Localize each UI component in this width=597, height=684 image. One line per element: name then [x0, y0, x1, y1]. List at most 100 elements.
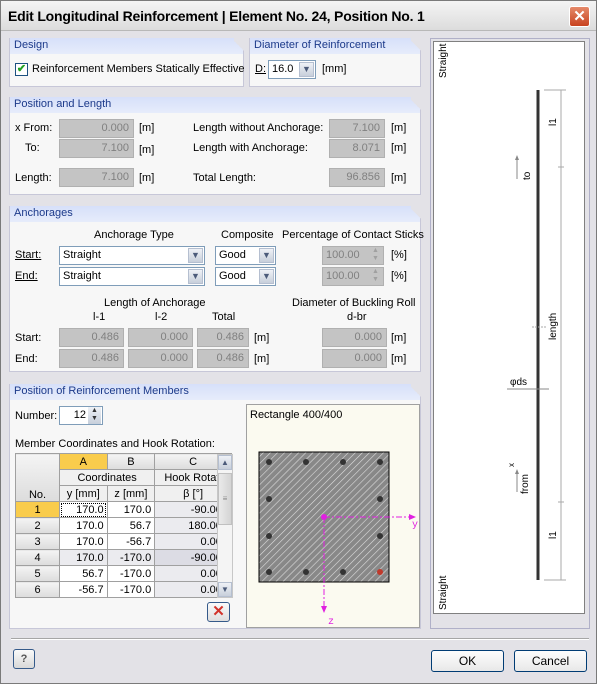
table-row[interactable]: 6 -56.7 -170.0 0.000: [15, 581, 232, 598]
start-dbr-field[interactable]: 0.000: [322, 328, 387, 347]
len-without-anchorage-field[interactable]: 7.100: [329, 119, 385, 138]
scroll-up-icon[interactable]: ▲: [218, 455, 232, 470]
spin-icon[interactable]: ▲ ▼: [369, 268, 382, 285]
help-button[interactable]: ?: [13, 649, 35, 669]
start-anchorage-type-select[interactable]: Straight ▼: [59, 246, 205, 265]
z-cell[interactable]: 56.7: [106, 517, 156, 534]
total-header: Total: [212, 311, 236, 323]
table-row[interactable]: 2 170.0 56.7 180.000: [15, 517, 232, 534]
z-cell[interactable]: -56.7: [106, 533, 156, 550]
spin-icon[interactable]: ▲ ▼: [88, 407, 101, 424]
len-with-anchorage-field[interactable]: 8.071: [329, 139, 385, 158]
cross-section-preview: Rectangle 400/400 y z: [246, 404, 420, 628]
title-bar: Edit Longitudinal Reinforcement | Elemen…: [1, 1, 596, 31]
table-scrollbar[interactable]: ▲ ≡ ▼: [217, 454, 233, 598]
chevron-down-icon[interactable]: ▼: [259, 248, 274, 263]
chevron-down-icon[interactable]: ▼: [188, 248, 203, 263]
y-cell[interactable]: -56.7: [59, 581, 108, 598]
ok-button[interactable]: OK: [431, 650, 504, 672]
statically-effective-label: Reinforcement Members Statically Effecti…: [32, 63, 245, 75]
table-row[interactable]: 5 56.7 -170.0 0.000: [15, 565, 232, 582]
end-total-unit: [m]: [254, 353, 270, 365]
coords-label: Member Coordinates and Hook Rotation:: [15, 438, 215, 450]
coordinates-header: Coordinates: [58, 469, 156, 486]
chevron-down-icon[interactable]: ▼: [188, 269, 203, 284]
end-total-field[interactable]: 0.486: [197, 349, 249, 368]
end-dbr-field[interactable]: 0.000: [322, 349, 387, 368]
close-button[interactable]: ✕: [569, 6, 590, 27]
end-label: End:: [15, 270, 38, 282]
len-with-anchorage-unit: [m]: [391, 142, 407, 154]
table-row[interactable]: 3 170.0 -56.7 0.000: [15, 533, 232, 550]
end-percentage-field[interactable]: 100.00 ▲ ▼: [322, 267, 384, 286]
z-cell[interactable]: -170.0: [106, 549, 156, 566]
row-number[interactable]: 4: [15, 549, 60, 566]
y-cell[interactable]: 56.7: [59, 565, 108, 582]
row-number[interactable]: 6: [15, 581, 60, 598]
end-l2-field[interactable]: 0.000: [128, 349, 193, 368]
end-composite-select[interactable]: Good ▼: [215, 267, 276, 286]
y-cell[interactable]: 170.0: [59, 533, 108, 550]
diameter-label: D:: [255, 63, 266, 75]
start-percentage-field[interactable]: 100.00 ▲ ▼: [322, 246, 384, 265]
x-from-field[interactable]: 0.000: [59, 119, 134, 138]
statically-effective-checkbox[interactable]: ✔: [15, 63, 28, 76]
to-arrow-icon: [515, 155, 519, 160]
spin-icon[interactable]: ▲ ▼: [369, 247, 382, 264]
anchor-start-label: Start:: [15, 332, 42, 344]
length-label: Length:: [15, 172, 52, 184]
rebar-point: [340, 459, 346, 465]
table-row[interactable]: 4 170.0 -170.0 -90.000: [15, 549, 232, 566]
start-l1-field[interactable]: 0.486: [59, 328, 124, 347]
anchor-end-label: End:: [15, 353, 38, 365]
delete-rows-button[interactable]: ✕: [207, 602, 230, 622]
total-length-field[interactable]: 96.856: [329, 168, 385, 187]
diameter-select[interactable]: 16.0 ▼: [268, 60, 316, 79]
chevron-down-icon[interactable]: ▼: [299, 62, 314, 77]
scroll-thumb[interactable]: ≡: [218, 473, 232, 525]
row-number[interactable]: 1: [15, 501, 60, 518]
buckling-roll-header: Diameter of Buckling Roll: [292, 297, 416, 309]
rebar-point: [340, 569, 346, 575]
rebar-point: [266, 533, 272, 539]
start-percentage-unit: [%]: [391, 249, 407, 261]
x-from-label: x From:: [15, 122, 53, 134]
percentage-header: Percentage of Contact Sticks: [282, 229, 424, 241]
end-dbr-unit: [m]: [391, 353, 407, 365]
anchorage-type-header: Anchorage Type: [94, 229, 174, 241]
length-field[interactable]: 7.100: [59, 168, 134, 187]
row-number[interactable]: 2: [15, 517, 60, 534]
end-anchorage-type-select[interactable]: Straight ▼: [59, 267, 205, 286]
start-composite-select[interactable]: Good ▼: [215, 246, 276, 265]
z-axis-label: z: [328, 617, 334, 628]
z-cell[interactable]: -170.0: [106, 581, 156, 598]
y-cell[interactable]: 170.0: [59, 517, 108, 534]
bar-diagram-canvas: Straight Straight l1 l1 length to from x: [433, 41, 585, 614]
table-row[interactable]: 1 170.0 170.0 -90.000: [15, 501, 232, 518]
bottom-anchorage-label: Straight: [438, 575, 449, 610]
rebar-point: [303, 459, 309, 465]
from-arrow-icon: [515, 469, 519, 474]
to-field[interactable]: 7.100: [59, 139, 134, 158]
chevron-down-icon[interactable]: ▼: [259, 269, 274, 284]
row-number[interactable]: 3: [15, 533, 60, 550]
y-cell[interactable]: 170.0: [59, 549, 108, 566]
row-number[interactable]: 5: [15, 565, 60, 582]
start-l2-field[interactable]: 0.000: [128, 328, 193, 347]
diameter-group: Diameter of Reinforcement D: 16.0 ▼ [mm]: [249, 38, 421, 87]
start-total-field[interactable]: 0.486: [197, 328, 249, 347]
dbr-header: d-br: [347, 311, 367, 323]
bar-diagram-panel: Straight Straight l1 l1 length to from x: [430, 38, 590, 629]
cancel-button[interactable]: Cancel: [514, 650, 587, 672]
scroll-down-icon[interactable]: ▼: [218, 582, 232, 597]
z-cell[interactable]: -170.0: [106, 565, 156, 582]
end-l1-field[interactable]: 0.486: [59, 349, 124, 368]
diameter-value: 16.0: [272, 63, 294, 75]
col-a-header[interactable]: A: [59, 453, 108, 470]
y-cell[interactable]: 170.0: [59, 501, 108, 518]
number-spinner[interactable]: 12 ▲ ▼: [59, 406, 103, 425]
anchorages-header: Anchorages: [10, 206, 421, 222]
z-cell[interactable]: 170.0: [106, 501, 156, 518]
cross-section-drawing: y z: [258, 451, 418, 628]
col-b-header[interactable]: B: [106, 453, 156, 470]
